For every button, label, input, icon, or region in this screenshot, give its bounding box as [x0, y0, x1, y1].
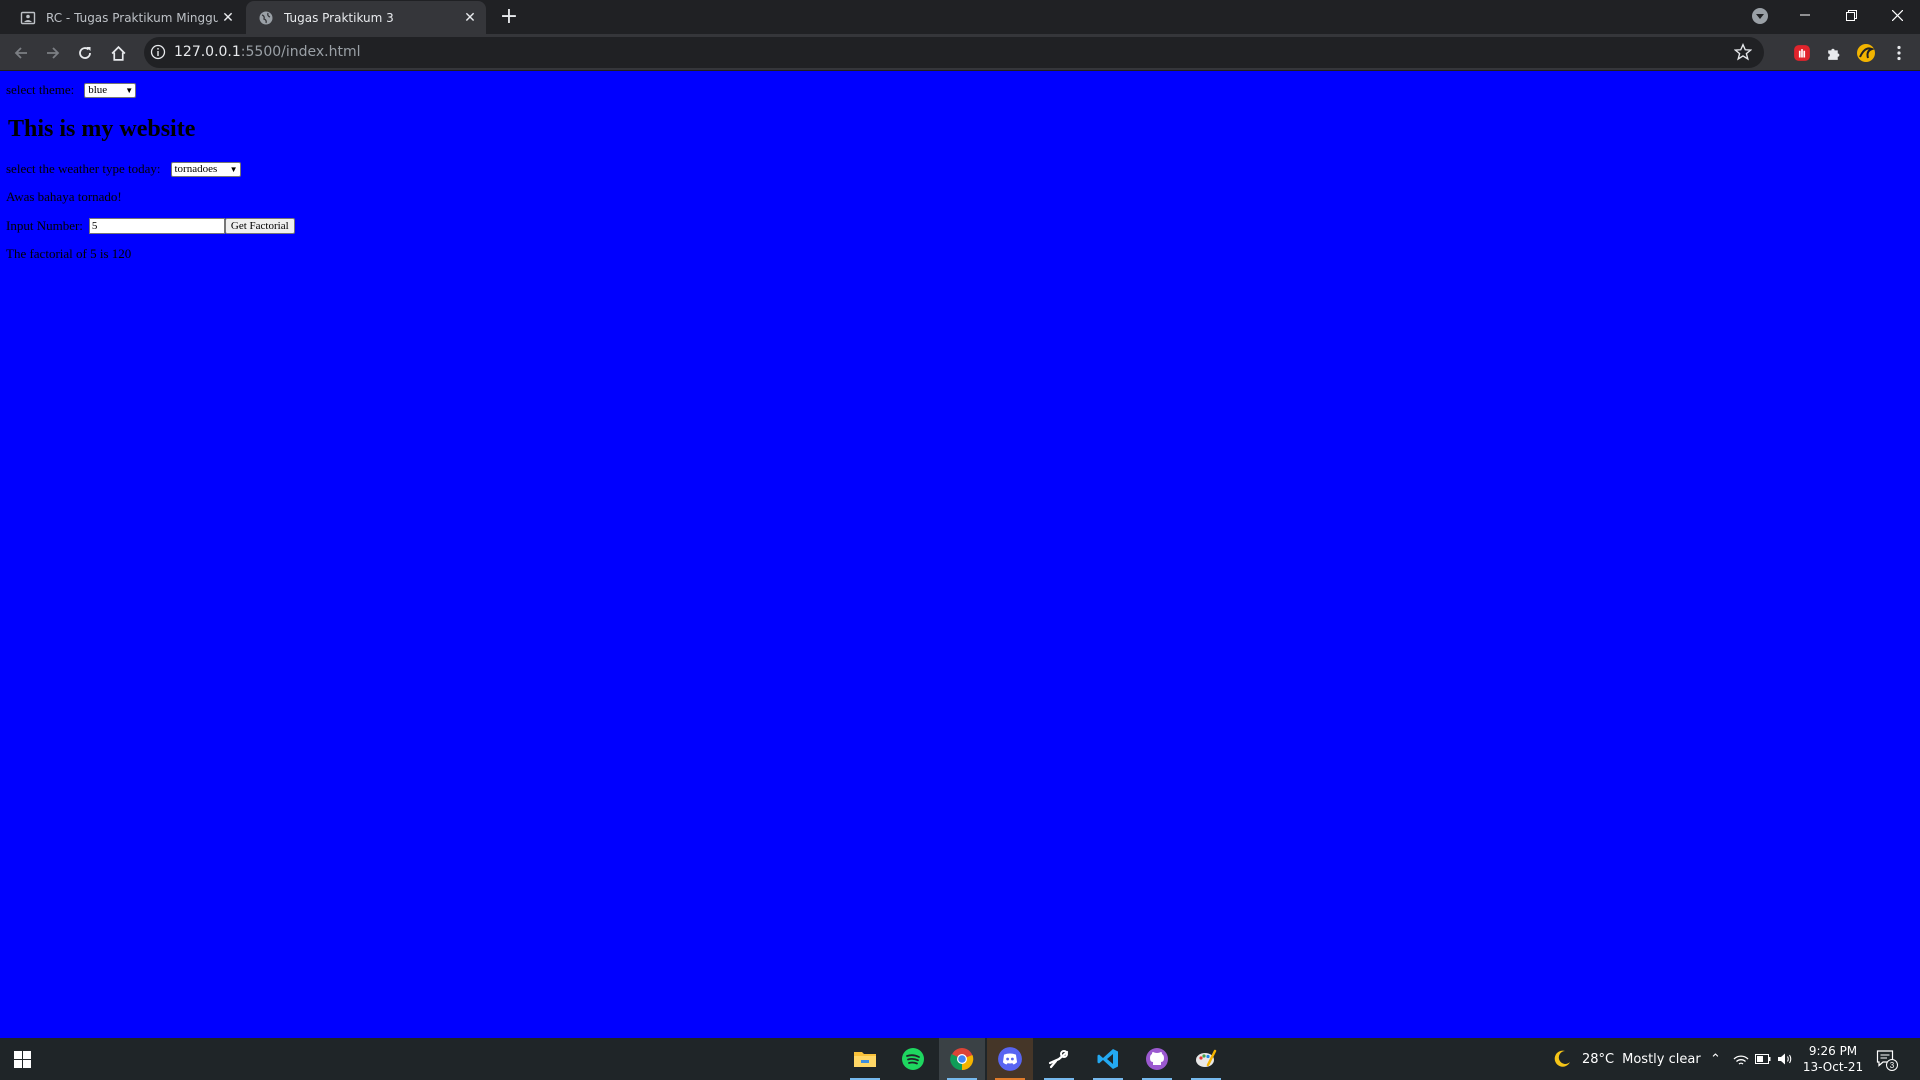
home-icon — [111, 45, 125, 61]
weather-temp: 28°C — [1582, 1051, 1615, 1067]
close-tab-icon[interactable]: ✕ — [218, 8, 238, 28]
factorial-result-text: The factorial of 5 is 120 — [6, 246, 132, 261]
theme-row: select theme: blue ▼ — [6, 82, 137, 98]
weather-row: select the weather type today: tornadoes… — [6, 161, 241, 177]
theme-select-value: blue — [88, 84, 108, 96]
arrow-left-icon — [14, 47, 27, 59]
new-tab-button[interactable]: + — [496, 5, 522, 31]
weather-message: Awas bahaya tornado! — [6, 189, 122, 205]
restore-window-button[interactable] — [1828, 0, 1874, 30]
chevron-down-icon: ▼ — [125, 85, 134, 95]
minimize-window-button[interactable] — [1782, 0, 1828, 30]
tab-title: RC - Tugas Praktikum Minggu 3 — [46, 10, 218, 25]
taskbar-clock[interactable]: 9:26 PM 13-Oct-21 — [1800, 1043, 1866, 1075]
chevron-up-icon[interactable]: ⌃ — [1710, 1052, 1721, 1067]
address-host: 127.0.0.1 — [174, 44, 241, 60]
web-page-content: select theme: blue ▼ This is my website … — [0, 72, 1920, 1038]
address-bar[interactable]: 127.0.0.1:5500/index.html — [144, 37, 1764, 68]
address-url: 127.0.0.1:5500/index.html — [174, 44, 361, 60]
factorial-result: The factorial of 5 is 120 — [6, 246, 131, 262]
steam-logo-icon — [1048, 1050, 1069, 1069]
tab-search-icon[interactable] — [1752, 8, 1768, 24]
puzzle-icon — [1827, 48, 1839, 60]
factorial-row: Input Number: 5 Get Factorial — [6, 218, 295, 234]
arrow-right-icon — [47, 47, 60, 59]
reload-button[interactable] — [72, 40, 98, 66]
close-tab-icon[interactable]: ✕ — [460, 8, 480, 28]
chrome-logo-icon — [950, 1048, 974, 1071]
weather-condition: Mostly clear — [1622, 1051, 1701, 1067]
notification-count-badge: 3 — [1886, 1059, 1898, 1071]
action-center-button[interactable]: 3 — [1876, 1049, 1898, 1072]
restore-icon — [1845, 9, 1857, 21]
reload-icon — [79, 47, 91, 59]
wifi-icon[interactable] — [1733, 1052, 1749, 1066]
windows-taskbar: 28°C Mostly clear ⌃ 9:26 PM 13-Oct-21 3 — [0, 1038, 1920, 1080]
weather-select[interactable]: tornadoes ▼ — [170, 161, 241, 177]
chevron-down-icon: ▼ — [229, 164, 238, 174]
tab-rc-tugas-praktikum[interactable]: RC - Tugas Praktikum Minggu 3 ✕ — [8, 1, 244, 34]
more-vertical-icon — [1897, 45, 1901, 61]
weather-select-value: tornadoes — [174, 163, 218, 175]
folder-icon — [854, 1052, 876, 1067]
extensions-button[interactable] — [1822, 42, 1844, 64]
vscode-icon[interactable] — [1085, 1038, 1131, 1080]
system-tray: ⌃ — [1710, 1038, 1793, 1080]
steam-icon[interactable] — [1036, 1038, 1082, 1080]
weather-widget[interactable]: 28°C Mostly clear — [1552, 1038, 1701, 1080]
github-logo-icon — [1146, 1048, 1168, 1070]
close-icon — [1891, 9, 1903, 21]
vscode-logo-icon — [1097, 1049, 1118, 1069]
tab-tugas-praktikum-3[interactable]: Tugas Praktikum 3 ✕ — [246, 1, 486, 34]
close-window-button[interactable] — [1874, 0, 1920, 30]
speaker-icon[interactable] — [1777, 1052, 1793, 1066]
spotify-icon[interactable] — [890, 1038, 936, 1080]
image-icon — [20, 11, 36, 24]
browser-toolbar: 127.0.0.1:5500/index.html — [0, 34, 1920, 71]
bookmark-star-icon[interactable] — [1734, 43, 1752, 61]
hand-extension-icon — [1794, 45, 1810, 61]
home-button[interactable] — [105, 40, 131, 66]
spotify-logo-icon — [902, 1048, 924, 1070]
github-desktop-icon[interactable] — [1134, 1038, 1180, 1080]
number-input[interactable]: 5 — [88, 218, 225, 234]
tab-title: Tugas Praktikum 3 — [284, 10, 394, 25]
discord-icon[interactable] — [987, 1038, 1033, 1080]
file-explorer-icon[interactable] — [842, 1038, 888, 1080]
address-path: :5500/index.html — [240, 44, 361, 60]
get-factorial-button[interactable]: Get Factorial — [224, 218, 295, 234]
browser-menu-button[interactable] — [1888, 42, 1910, 64]
palette-icon — [1196, 1049, 1217, 1067]
windows-start-icon[interactable] — [14, 1051, 31, 1068]
page-heading: This is my website — [8, 116, 196, 142]
avatar-icon — [1857, 44, 1875, 62]
battery-icon[interactable] — [1754, 1054, 1771, 1064]
back-button[interactable] — [8, 40, 34, 66]
clock-time: 9:26 PM — [1808, 1044, 1858, 1058]
input-number-label: Input Number: — [6, 218, 83, 233]
minimize-icon — [1800, 14, 1810, 16]
clock-date: 13-Oct-21 — [1802, 1060, 1864, 1074]
weather-message-text: Awas bahaya tornado! — [6, 189, 122, 204]
info-icon[interactable] — [150, 44, 166, 60]
globe-icon — [259, 11, 273, 24]
theme-label: select theme: — [6, 82, 75, 97]
profile-avatar[interactable] — [1855, 42, 1877, 64]
moon-icon — [1554, 1050, 1570, 1067]
weather-label: select the weather type today: — [6, 161, 161, 176]
chrome-icon[interactable] — [939, 1038, 985, 1080]
paint-icon[interactable] — [1183, 1038, 1229, 1080]
discord-logo-icon — [998, 1047, 1022, 1071]
forward-button[interactable] — [40, 40, 66, 66]
extension-red-icon[interactable] — [1791, 42, 1813, 64]
theme-select[interactable]: blue ▼ — [84, 82, 137, 98]
browser-tab-bar: RC - Tugas Praktikum Minggu 3 ✕ Tugas Pr… — [0, 0, 1920, 34]
